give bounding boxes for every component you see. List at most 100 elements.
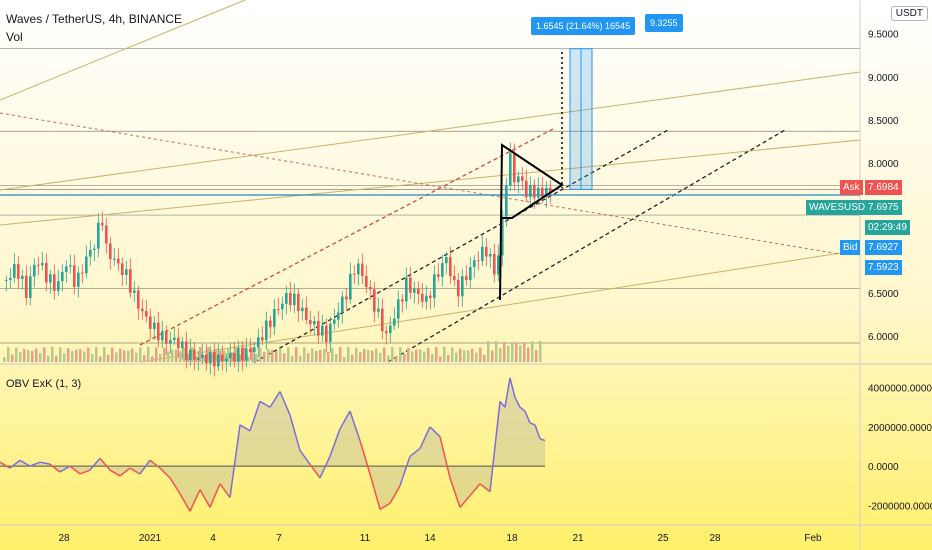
candle-body [421, 293, 424, 302]
candle-body [273, 309, 276, 327]
volume-bar [111, 347, 114, 362]
volume-bar [139, 347, 142, 362]
volume-bar [363, 348, 366, 362]
candle-body [477, 260, 480, 262]
candle-body [441, 263, 444, 277]
volume-bar [459, 348, 462, 362]
candle-body [381, 308, 384, 332]
candle-body [429, 295, 432, 299]
candle-body [165, 331, 168, 344]
volume-bar [295, 347, 298, 362]
candle-body [65, 266, 68, 273]
candle-body [241, 347, 244, 361]
candle-body [417, 288, 420, 294]
candle-body [121, 263, 124, 275]
candle-body [505, 185, 508, 217]
candle-body [325, 325, 328, 342]
candle-body [101, 222, 104, 226]
volume-bar [331, 347, 334, 362]
candle-body [33, 264, 36, 277]
volume-bar [159, 353, 162, 362]
candle-body [469, 267, 472, 280]
volume-bar [507, 345, 510, 362]
candle-body [281, 303, 284, 310]
candle-body [457, 279, 460, 297]
candle-body [129, 269, 132, 293]
candle-body [245, 348, 248, 361]
candle-body [361, 263, 364, 276]
candle-body [297, 293, 300, 312]
candle-body [153, 322, 156, 329]
candle-body [61, 272, 64, 282]
candle-body [77, 272, 80, 287]
chart-title: Waves / TetherUS, 4h, BINANCE [6, 12, 183, 26]
candle-body [337, 312, 340, 320]
candle-body [289, 292, 292, 306]
time-tick-label: Feb [804, 533, 822, 544]
volume-bar [151, 356, 154, 362]
volume-bar [403, 353, 406, 362]
candle-body [169, 340, 172, 344]
candle-body [133, 290, 136, 293]
obv-tick-label: 2000000.0000 [868, 423, 932, 434]
volume-bar [115, 352, 118, 362]
measure-callout: 1.6545 (21.64%) 16545 [531, 17, 636, 35]
time-tick-label: 7 [276, 533, 282, 544]
volume-bar [527, 347, 530, 362]
candle-body [17, 264, 20, 279]
price-tick-label: 8.0000 [868, 159, 899, 170]
candle-body [409, 277, 412, 293]
time-tick-label: 28 [709, 533, 721, 544]
volume-bar [359, 352, 362, 362]
volume-bar [143, 355, 146, 362]
candle-body [29, 276, 32, 299]
volume-bar [351, 354, 354, 362]
candle-body [21, 275, 24, 279]
candle-body [137, 290, 140, 309]
candle-body [265, 320, 268, 341]
candle-body [253, 347, 256, 353]
candle-body [425, 295, 428, 302]
candle-body [117, 258, 120, 264]
volume-bar [495, 341, 498, 362]
candle-body [209, 351, 212, 364]
candle-body [201, 354, 204, 358]
volume-label: Vol [6, 30, 23, 44]
candle-body [365, 275, 368, 288]
time-tick-label: 21 [572, 533, 584, 544]
candle-body [13, 264, 16, 278]
time-tick-label: 2021 [139, 533, 162, 544]
volume-bar [375, 348, 378, 362]
candle-body [93, 248, 96, 250]
volume-bar [443, 347, 446, 362]
candle-body [217, 354, 220, 367]
candle-body [405, 277, 408, 302]
candle-body [141, 308, 144, 312]
candle-body [237, 347, 240, 362]
volume-bar [23, 349, 26, 362]
volume-bar [515, 343, 518, 362]
candle-body [5, 279, 8, 281]
candle-body [181, 341, 184, 349]
volume-bar [379, 352, 382, 362]
candle-body [525, 180, 528, 198]
volume-bar [119, 348, 122, 362]
volume-bar [511, 343, 514, 362]
candle-body [393, 318, 396, 326]
candle-body [461, 276, 464, 297]
candle-body [529, 184, 532, 198]
volume-bar [47, 355, 50, 362]
volume-bar [311, 348, 314, 362]
candle-body [377, 308, 380, 312]
volume-bar [27, 350, 30, 362]
candle-body [345, 296, 348, 300]
candle-body [109, 243, 112, 260]
candle-body [285, 292, 288, 304]
candle-body [113, 258, 116, 260]
candle-body [177, 337, 180, 349]
candle-body [105, 225, 108, 244]
currency-button[interactable]: USDT [890, 6, 928, 21]
candle-body [353, 273, 356, 275]
indicator-label: OBV ExK (1, 3) [6, 378, 82, 390]
candle-body [313, 321, 316, 325]
